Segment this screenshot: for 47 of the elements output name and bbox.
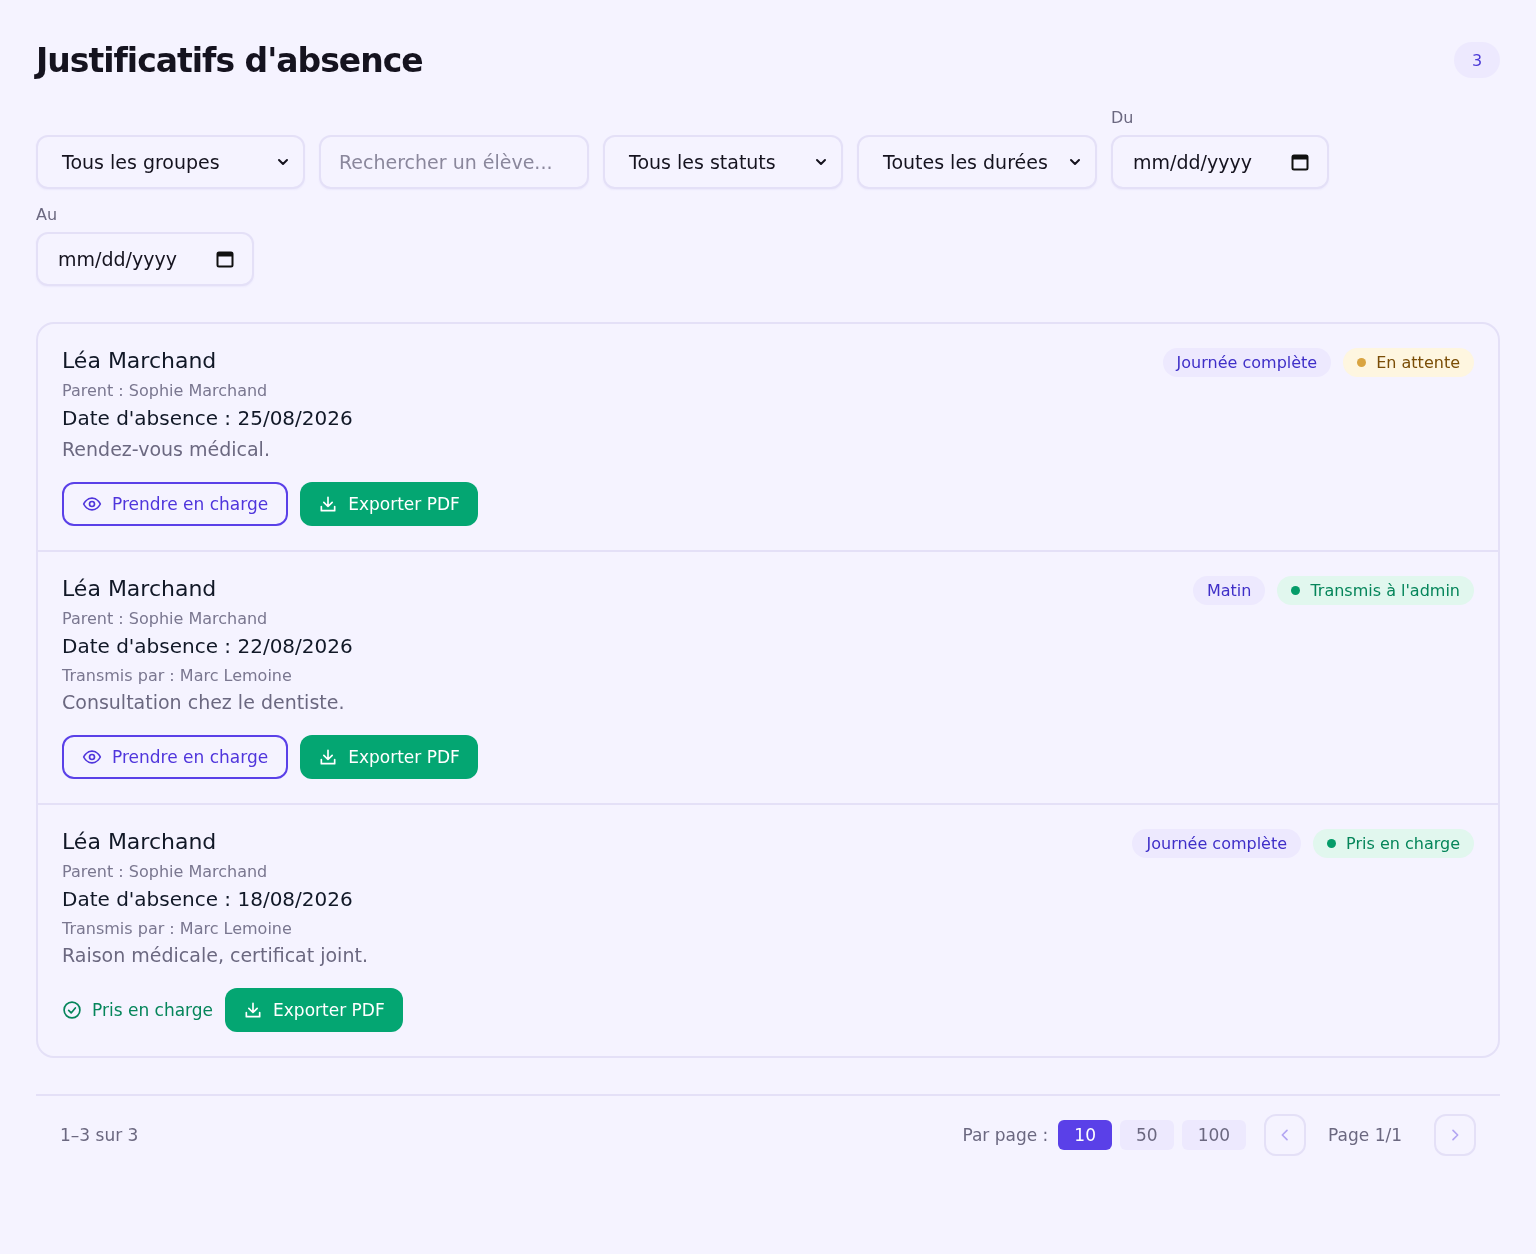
status-tag: Transmis à l'admin [1277,576,1474,605]
date-field[interactable]: mm/dd/yyyy [36,232,254,286]
dropdown[interactable]: Tous les groupes [36,135,305,189]
search-field[interactable]: Rechercher un élève... [319,135,589,189]
date-label: Au [36,205,59,224]
download-icon [318,494,339,514]
per-page-option[interactable]: 100 [1181,1120,1247,1150]
per-page-option[interactable]: 10 [1058,1120,1112,1150]
take-charge-button[interactable]: Prendre en charge [62,735,289,779]
per-page-label: Par page : [962,1125,1049,1145]
duration-tag: Journée complète [1162,348,1332,377]
parent-text: Parent : Sophie Marchand [62,609,269,628]
per-page-option[interactable]: 50 [1120,1120,1174,1150]
reason-text: Raison médicale, certificat joint. [62,944,368,966]
reason-text: Consultation chez le dentiste. [62,691,346,713]
taken-status-text: Pris en charge [92,1000,214,1020]
check-circle-icon [62,1000,82,1020]
student-name: Léa Marchand [62,576,218,601]
status-tag: Pris en charge [1313,829,1474,858]
duration-tag: Journée complète [1132,829,1302,858]
status-tag: En attente [1343,348,1474,377]
download-icon [318,747,339,767]
download-icon [243,1000,264,1020]
page-title: Justificatifs d'absence [36,40,423,80]
absence-date: Date d'absence : 22/08/2026 [62,634,353,658]
parent-text: Parent : Sophie Marchand [62,381,269,400]
transmitted-by-text: Transmis par : Marc Lemoine [62,666,293,685]
absence-date: Date d'absence : 18/08/2026 [62,887,354,911]
transmitted-by-text: Transmis par : Marc Lemoine [62,919,293,938]
student-name: Léa Marchand [62,348,218,373]
student-name: Léa Marchand [62,829,218,854]
page-indicator: Page 1/1 [1328,1125,1402,1145]
calendar-icon[interactable] [1291,153,1309,171]
date-label: Du [1111,108,1135,127]
calendar-icon[interactable] [216,250,234,268]
eye-icon [82,494,102,514]
range-text: 1–3 sur 3 [60,1125,139,1145]
take-charge-button[interactable]: Prendre en charge [62,482,289,526]
reason-text: Rendez-vous médical. [62,438,271,460]
date-field[interactable]: mm/dd/yyyy [1111,135,1329,189]
duration-tag: Matin [1192,576,1266,605]
dropdown[interactable]: Tous les statuts [603,135,843,189]
eye-icon [82,747,102,767]
parent-text: Parent : Sophie Marchand [62,862,269,881]
absence-date: Date d'absence : 25/08/2026 [62,406,353,430]
dropdown[interactable]: Toutes les durées [857,135,1097,189]
count-badge: 3 [1454,42,1500,78]
